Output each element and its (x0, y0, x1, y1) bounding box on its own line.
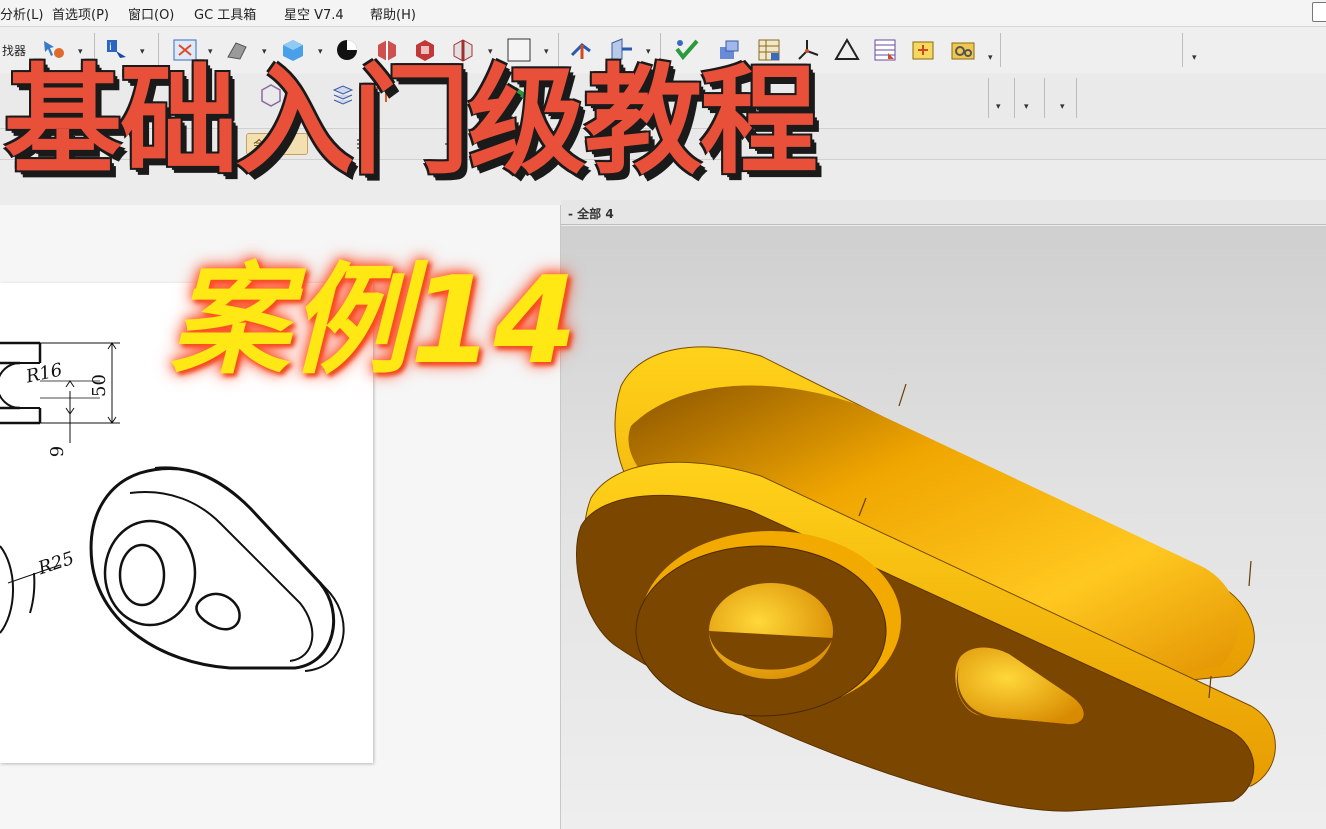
case-number-label: 案例14 (170, 252, 577, 391)
triangle-icon[interactable] (834, 37, 860, 63)
viewport-tab-bar (561, 200, 1326, 225)
restore-window-button[interactable] (1312, 2, 1326, 22)
separator (1076, 78, 1077, 118)
separator (988, 78, 989, 118)
dropdown-arrow-icon[interactable]: ▾ (1192, 53, 1197, 63)
3d-part-model[interactable] (561, 226, 1326, 829)
menu-help[interactable]: 帮助(H) (370, 4, 416, 23)
dim-50-label: 50 (88, 374, 110, 397)
tutorial-title: 基础入门级教程 (4, 52, 818, 190)
dropdown-arrow-icon[interactable]: ▾ (988, 53, 993, 63)
separator (1182, 33, 1183, 67)
drawing-table-icon[interactable] (872, 37, 898, 63)
dropdown-arrow-icon[interactable]: ▾ (1024, 102, 1029, 112)
folder-gears-icon[interactable] (950, 37, 976, 63)
menu-analysis[interactable]: 分析(L) (0, 4, 43, 23)
menubar: 分析(L) 首选项(P) 窗口(O) GC 工具箱 星空 V7.4 帮助(H) (0, 0, 1326, 27)
separator (1000, 33, 1001, 67)
dropdown-arrow-icon[interactable]: ▾ (1060, 102, 1065, 112)
graphics-viewport[interactable] (561, 226, 1326, 829)
menu-xingkong[interactable]: 星空 V7.4 (284, 4, 344, 23)
menu-window[interactable]: 窗口(O) (128, 4, 174, 23)
viewport-label: - 全部 4 (568, 207, 614, 221)
menu-preferences[interactable]: 首选项(P) (52, 4, 109, 23)
dropdown-arrow-icon[interactable]: ▾ (996, 102, 1001, 112)
separator (1044, 78, 1045, 118)
menu-gc-toolbox[interactable]: GC 工具箱 (194, 4, 256, 23)
insert-symbol-icon[interactable] (910, 37, 936, 63)
separator (1014, 78, 1015, 118)
dim-9-label: 9 (47, 445, 69, 458)
